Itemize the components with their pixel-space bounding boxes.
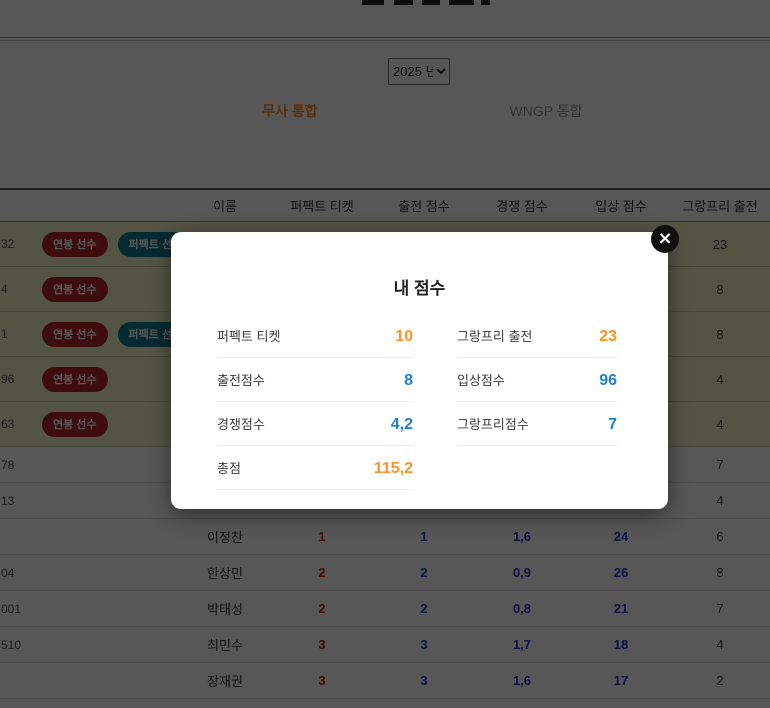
modal-title: 내 점수: [171, 274, 668, 299]
score-field: 출전점수 8: [217, 370, 413, 402]
score-field-value: 8: [404, 372, 413, 390]
score-field-label: 그랑프리점수: [457, 414, 529, 433]
score-field-value: 4,2: [391, 416, 413, 434]
score-grid: 퍼펙트 티켓 10 그랑프리 출전 23 출전점수 8 입상점수 96 경쟁점수…: [217, 326, 617, 502]
score-field-value: 7: [608, 416, 617, 434]
score-field: 입상점수 96: [457, 370, 617, 402]
score-field: 경쟁점수 4,2: [217, 414, 413, 446]
score-field-label: 입상점수: [457, 370, 505, 389]
score-field-label: 그랑프리 출전: [457, 326, 532, 345]
score-field: 퍼펙트 티켓 10: [217, 326, 413, 358]
score-field-value: 10: [395, 328, 413, 346]
score-field-label: 퍼펙트 티켓: [217, 326, 280, 345]
score-field-value: 23: [599, 328, 617, 346]
score-field: 그랑프리점수 7: [457, 414, 617, 446]
score-field-label: 출전점수: [217, 370, 265, 389]
score-field-label: 경쟁점수: [217, 414, 265, 433]
score-field-label: 총점: [217, 458, 241, 477]
close-icon[interactable]: ×: [651, 225, 679, 253]
score-field: 총점 115,2: [217, 458, 413, 490]
score-field-value: 96: [599, 372, 617, 390]
score-field-value: 115,2: [374, 460, 413, 478]
my-score-modal: 내 점수 퍼펙트 티켓 10 그랑프리 출전 23 출전점수 8 입상점수 96…: [171, 232, 668, 509]
score-field: 그랑프리 출전 23: [457, 326, 617, 358]
